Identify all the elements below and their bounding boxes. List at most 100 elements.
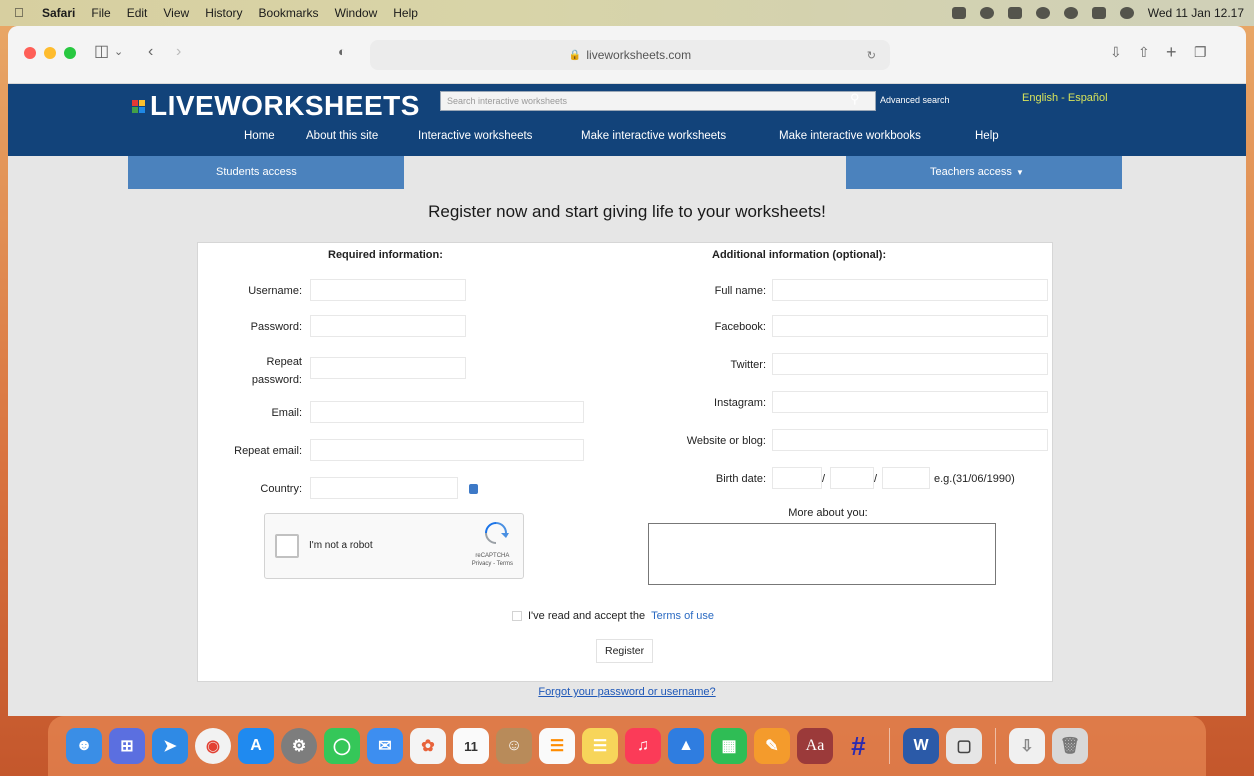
nav-interactive-worksheets[interactable]: Interactive worksheets — [418, 130, 532, 142]
safari-toolbar: ◫ ⌄ ‹ › ◐ 🔒 liveworksheets.com ↻ ⇩ ⇧ + ❐ — [8, 26, 1246, 84]
downloads-stack-icon[interactable]: ⇩ — [1009, 728, 1045, 764]
repeat-email-field[interactable] — [310, 439, 584, 461]
safari-icon[interactable]: ➤ — [152, 728, 188, 764]
advanced-search-link[interactable]: Advanced search — [880, 95, 950, 105]
teachers-access-tab[interactable]: Teachers access ▼ — [846, 156, 1122, 189]
register-button[interactable]: Register — [596, 639, 654, 663]
full-name-field[interactable] — [772, 279, 1048, 301]
pages-icon[interactable]: ✎ — [754, 728, 790, 764]
sidebar-toggle-icon[interactable]: ◫ — [94, 42, 109, 62]
app-store-icon[interactable]: A — [238, 728, 274, 764]
password-field[interactable] — [310, 315, 466, 337]
more-about-textarea[interactable] — [648, 523, 996, 585]
launchpad-icon[interactable]: ⊞ — [109, 728, 145, 764]
country-select[interactable] — [310, 477, 458, 499]
search-icon[interactable]: ⚲ — [850, 91, 860, 107]
address-bar[interactable]: 🔒 liveworksheets.com ↻ — [370, 40, 890, 70]
chevron-down-icon[interactable]: ⌄ — [114, 42, 123, 62]
page-title: Register now and start giving life to yo… — [428, 202, 826, 221]
username-label: Username: — [248, 285, 302, 297]
bluetooth-icon[interactable] — [951, 7, 966, 19]
music-icon[interactable]: ♫ — [625, 728, 661, 764]
birth-date-label: Birth date: — [715, 473, 766, 485]
select-arrows-icon[interactable] — [469, 484, 478, 494]
numbers-icon[interactable]: ▦ — [711, 728, 747, 764]
instagram-field[interactable] — [772, 391, 1048, 413]
notes-icon[interactable]: ☰ — [582, 728, 618, 764]
messages-icon[interactable]: ◯ — [324, 728, 360, 764]
calendar-icon[interactable]: 11 — [453, 728, 489, 764]
control-center-icon[interactable] — [1091, 7, 1106, 19]
back-icon[interactable]: ‹ — [148, 42, 153, 62]
downloads-icon[interactable]: ⇩ — [1110, 42, 1122, 62]
photos-icon[interactable]: ✿ — [410, 728, 446, 764]
instagram-label: Instagram: — [714, 397, 766, 409]
birth-date-hint: e.g.(31/06/1990) — [934, 473, 1015, 485]
birth-year-field[interactable] — [882, 467, 930, 489]
nav-make-interactive-workbooks[interactable]: Make interactive workbooks — [779, 130, 921, 142]
privacy-shield-icon[interactable]: ◐ — [338, 42, 346, 62]
students-access-tab[interactable]: Students access — [128, 156, 404, 189]
menu-history[interactable]: History — [205, 6, 242, 20]
site-logo[interactable]: LIVEWORKSHEETS — [132, 90, 420, 122]
nav-make-interactive-worksheets[interactable]: Make interactive worksheets — [581, 130, 726, 142]
screen-time-icon[interactable] — [979, 7, 994, 19]
share-icon[interactable]: ⇧ — [1138, 42, 1150, 62]
new-tab-icon[interactable]: + — [1166, 42, 1177, 62]
hashtag-app-icon[interactable]: # — [840, 728, 876, 764]
recaptcha-checkbox[interactable] — [275, 534, 299, 558]
system-preferences-icon[interactable]: ⚙ — [281, 728, 317, 764]
mail-icon[interactable]: ✉ — [367, 728, 403, 764]
twitter-label: Twitter: — [730, 359, 766, 371]
close-window-button[interactable] — [24, 47, 36, 59]
terms-of-use-link[interactable]: Terms of use — [651, 610, 714, 622]
forward-icon[interactable]: › — [176, 42, 181, 62]
finder-icon[interactable]: ☻ — [66, 728, 102, 764]
repeat-password-field[interactable] — [310, 357, 466, 379]
birth-month-field[interactable] — [830, 467, 874, 489]
word-icon[interactable]: W — [903, 728, 939, 764]
apple-menu-icon[interactable]:  — [14, 6, 28, 20]
nav-about[interactable]: About this site — [306, 130, 378, 142]
search-input[interactable]: Search interactive worksheets — [440, 91, 876, 111]
minimize-window-button[interactable] — [44, 47, 56, 59]
siri-icon[interactable] — [1119, 7, 1134, 19]
address-url: liveworksheets.com — [586, 48, 692, 62]
contacts-icon[interactable]: ☺ — [496, 728, 532, 764]
twitter-field[interactable] — [772, 353, 1048, 375]
reminders-icon[interactable]: ☰ — [539, 728, 575, 764]
zoom-window-button[interactable] — [64, 47, 76, 59]
nav-home[interactable]: Home — [244, 130, 275, 142]
dictionary-icon[interactable]: Aa — [797, 728, 833, 764]
spotlight-icon[interactable] — [1063, 7, 1078, 19]
terms-checkbox[interactable] — [512, 611, 522, 621]
recaptcha-branding: reCAPTCHA Privacy - Terms — [471, 553, 513, 567]
preview-icon[interactable]: ▢ — [946, 728, 982, 764]
website-field[interactable] — [772, 429, 1048, 451]
trash-icon[interactable]: 🗑 — [1052, 728, 1088, 764]
menu-window[interactable]: Window — [335, 6, 378, 20]
forgot-password-link[interactable]: Forgot your password or username? — [8, 686, 1246, 698]
window-controls — [24, 47, 76, 59]
birth-day-field[interactable] — [772, 467, 822, 489]
menu-safari[interactable]: Safari — [42, 6, 75, 20]
language-switch-link[interactable]: English - Español — [1022, 92, 1108, 104]
menu-file[interactable]: File — [91, 6, 110, 20]
menu-edit[interactable]: Edit — [127, 6, 148, 20]
chrome-icon[interactable]: ◉ — [195, 728, 231, 764]
menu-view[interactable]: View — [163, 6, 189, 20]
reload-icon[interactable]: ↻ — [867, 49, 876, 62]
clock[interactable]: Wed 11 Jan 12.17 — [1148, 6, 1244, 20]
tab-overview-icon[interactable]: ❐ — [1194, 42, 1207, 62]
email-field[interactable] — [310, 401, 584, 423]
dock-separator — [995, 728, 996, 764]
registration-form: Required information: Additional informa… — [197, 242, 1053, 682]
keynote-icon[interactable]: ▲ — [668, 728, 704, 764]
wifi-icon[interactable] — [1035, 7, 1050, 19]
username-field[interactable] — [310, 279, 466, 301]
nav-help[interactable]: Help — [975, 130, 999, 142]
menu-help[interactable]: Help — [393, 6, 418, 20]
facebook-field[interactable] — [772, 315, 1048, 337]
battery-icon[interactable] — [1007, 7, 1022, 19]
menu-bookmarks[interactable]: Bookmarks — [259, 6, 319, 20]
